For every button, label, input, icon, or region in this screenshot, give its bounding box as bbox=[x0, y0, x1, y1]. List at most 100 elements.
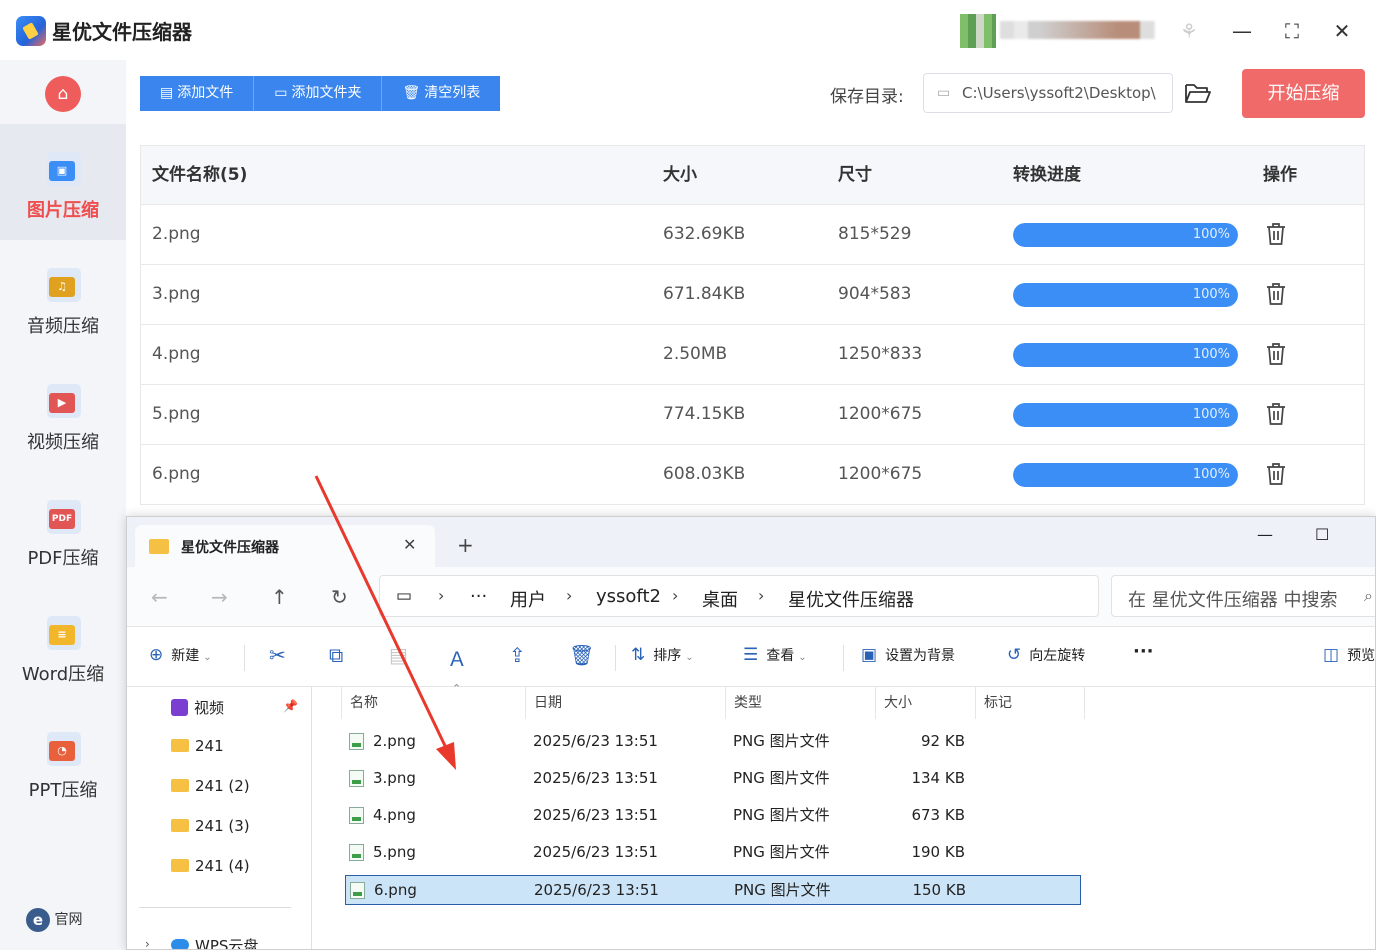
home-icon[interactable]: ⌂ bbox=[45, 76, 81, 112]
pdf-icon: PDF bbox=[47, 500, 81, 534]
explorer-tab[interactable]: 星优文件压缩器 ✕ bbox=[135, 525, 435, 567]
new-tab-button[interactable]: + bbox=[457, 533, 474, 557]
up-arrow-icon[interactable]: ↑ bbox=[271, 585, 288, 609]
skin-icon[interactable]: ⚘ bbox=[1172, 14, 1206, 48]
rename-icon[interactable]: Ａ bbox=[447, 643, 467, 672]
breadcrumb-desktop[interactable]: 桌面 bbox=[702, 586, 738, 612]
nav-item-folder[interactable]: 241 (4) bbox=[171, 857, 250, 875]
breadcrumb-folder[interactable]: 星优文件压缩器 bbox=[788, 586, 914, 612]
column-header-name[interactable]: ⌃ 名称 bbox=[341, 682, 551, 719]
sidebar-item-label: 视频压缩 bbox=[27, 432, 99, 453]
progress-label: 100% bbox=[1192, 227, 1230, 242]
progress-fill: 100% bbox=[1013, 463, 1238, 487]
paste-icon[interactable]: ▤ bbox=[389, 643, 408, 667]
column-header-date[interactable]: 日期 bbox=[525, 687, 725, 719]
explorer-maximize-button[interactable]: ☐ bbox=[1315, 525, 1329, 544]
file-list-item[interactable]: 5.png 2025/6/23 13:51 PNG 图片文件 190 KB bbox=[345, 838, 1081, 868]
png-file-icon bbox=[349, 807, 364, 824]
list-file-name: 4.png bbox=[373, 806, 416, 824]
sidebar-item-pdf[interactable]: PDF PDF压缩 bbox=[0, 472, 126, 588]
view-list-icon: ☰ bbox=[743, 645, 759, 665]
folder-icon bbox=[171, 859, 189, 872]
sidebar-item-label: PPT压缩 bbox=[28, 780, 98, 801]
explorer-search-input[interactable]: 在 星优文件压缩器 中搜索 ⌕ bbox=[1111, 575, 1375, 617]
more-options-button[interactable]: ··· bbox=[1133, 641, 1154, 662]
file-name: 5.png bbox=[152, 404, 201, 424]
share-icon[interactable]: ⇪ bbox=[509, 643, 526, 667]
set-background-button[interactable]: ▣ 设置为背景 bbox=[861, 645, 955, 665]
add-file-button[interactable]: ▤ 添加文件 bbox=[140, 76, 255, 111]
chevron-right-icon[interactable]: › bbox=[145, 937, 150, 949]
start-compress-button[interactable]: 开始压缩 bbox=[1242, 69, 1365, 118]
official-site-link[interactable]: e 官网 bbox=[26, 908, 82, 932]
sidebar-item-label: 音频压缩 bbox=[27, 316, 99, 337]
plus-circle-icon: ⊕ bbox=[149, 645, 164, 665]
explorer-minimize-button[interactable]: — bbox=[1257, 525, 1273, 544]
clear-list-button[interactable]: 🗑 清空列表 bbox=[382, 76, 501, 111]
add-folder-button[interactable]: ▭ 添加文件夹 bbox=[254, 76, 383, 111]
preview-button[interactable]: ◫ 预览 bbox=[1323, 645, 1375, 665]
sidebar-item-audio[interactable]: ♫ 音频压缩 bbox=[0, 240, 126, 356]
list-file-name: 3.png bbox=[373, 769, 416, 787]
progress-fill: 100% bbox=[1013, 343, 1238, 367]
column-header-tags[interactable]: 标记 bbox=[975, 687, 1085, 719]
file-list-item[interactable]: 3.png 2025/6/23 13:51 PNG 图片文件 134 KB bbox=[345, 764, 1081, 794]
app-logo-icon bbox=[16, 16, 46, 46]
monitor-icon[interactable]: ▭ bbox=[396, 586, 412, 606]
file-list-item[interactable]: 2.png 2025/6/23 13:51 PNG 图片文件 92 KB bbox=[345, 727, 1081, 757]
file-dimensions: 815*529 bbox=[838, 224, 912, 244]
rotate-left-button[interactable]: ↺ 向左旋转 bbox=[1007, 645, 1085, 665]
delete-trash-icon[interactable] bbox=[1265, 222, 1287, 246]
folder-open-icon[interactable] bbox=[1184, 80, 1212, 106]
list-file-size: 92 KB bbox=[921, 732, 965, 750]
column-header-size[interactable]: 大小 bbox=[875, 687, 975, 719]
nav-item-folder[interactable]: 241 (3) bbox=[171, 817, 250, 835]
forward-arrow-icon[interactable]: → bbox=[211, 585, 228, 609]
delete-trash-icon[interactable] bbox=[1265, 462, 1287, 486]
breadcrumb-users[interactable]: 用户 bbox=[510, 586, 546, 612]
close-button[interactable]: ✕ bbox=[1325, 14, 1359, 48]
progress-label: 100% bbox=[1192, 287, 1230, 302]
address-bar[interactable]: ▭ › ··· 用户 › yssoft2 › 桌面 › 星优文件压缩器 bbox=[379, 575, 1099, 617]
browser-e-icon: e bbox=[26, 908, 50, 932]
sort-button[interactable]: ⇅ 排序 ⌄ bbox=[631, 645, 694, 665]
nav-item-videos[interactable]: 视频 bbox=[171, 697, 224, 718]
minimize-button[interactable]: — bbox=[1225, 14, 1259, 48]
maximize-button[interactable]: ⛶ bbox=[1275, 14, 1309, 48]
table-row: 2.png 632.69KB 815*529 100% bbox=[141, 205, 1364, 265]
nav-item-folder[interactable]: 241 bbox=[171, 737, 224, 755]
title-bar: 星优文件压缩器 ⚘ — ⛶ ✕ bbox=[0, 0, 1376, 60]
progress-label: 100% bbox=[1192, 347, 1230, 362]
file-list-item[interactable]: 4.png 2025/6/23 13:51 PNG 图片文件 673 KB bbox=[345, 801, 1081, 831]
save-dir-input[interactable]: ▭ C:\Users\yssoft2\Desktop\ bbox=[923, 73, 1173, 113]
view-button[interactable]: ☰ 查看 ⌄ bbox=[743, 645, 807, 665]
breadcrumb-more[interactable]: ··· bbox=[470, 586, 487, 607]
nav-item-wps-cloud[interactable]: WPS云盘 bbox=[171, 935, 258, 949]
nav-item-folder[interactable]: 241 (2) bbox=[171, 777, 250, 795]
breadcrumb-yssoft2[interactable]: yssoft2 bbox=[596, 586, 661, 607]
pin-icon[interactable]: 📌 bbox=[283, 699, 298, 713]
refresh-icon[interactable]: ↻ bbox=[331, 585, 348, 609]
delete-trash-icon[interactable] bbox=[1265, 342, 1287, 366]
music-icon: ♫ bbox=[47, 268, 81, 302]
sidebar-item-video[interactable]: ▶ 视频压缩 bbox=[0, 356, 126, 472]
progress-label: 100% bbox=[1192, 407, 1230, 422]
png-file-icon bbox=[349, 844, 364, 861]
user-avatar[interactable] bbox=[960, 14, 996, 48]
sidebar-item-word[interactable]: ≡ Word压缩 bbox=[0, 588, 126, 704]
file-list-item[interactable]: 6.png 2025/6/23 13:51 PNG 图片文件 150 KB bbox=[345, 875, 1081, 905]
tab-close-icon[interactable]: ✕ bbox=[403, 535, 416, 554]
sidebar-item-ppt[interactable]: ◔ PPT压缩 bbox=[0, 704, 126, 820]
sidebar-item-label: PDF压缩 bbox=[27, 548, 99, 569]
back-arrow-icon[interactable]: ← bbox=[151, 585, 168, 609]
column-header-type[interactable]: 类型 bbox=[725, 687, 875, 719]
new-button[interactable]: ⊕ 新建 ⌄ bbox=[149, 645, 212, 665]
copy-icon[interactable]: ⧉ bbox=[329, 643, 343, 667]
table-row: 6.png 608.03KB 1200*675 100% bbox=[141, 445, 1364, 505]
table-header: 文件名称(5) 大小 尺寸 转换进度 操作 bbox=[141, 146, 1364, 205]
cut-icon[interactable]: ✂ bbox=[269, 643, 286, 667]
delete-trash-icon[interactable] bbox=[1265, 282, 1287, 306]
sidebar-item-image[interactable]: ▣ 图片压缩 bbox=[0, 124, 126, 240]
delete-trash-icon[interactable] bbox=[1265, 402, 1287, 426]
delete-icon[interactable]: 🗑 bbox=[569, 643, 594, 667]
